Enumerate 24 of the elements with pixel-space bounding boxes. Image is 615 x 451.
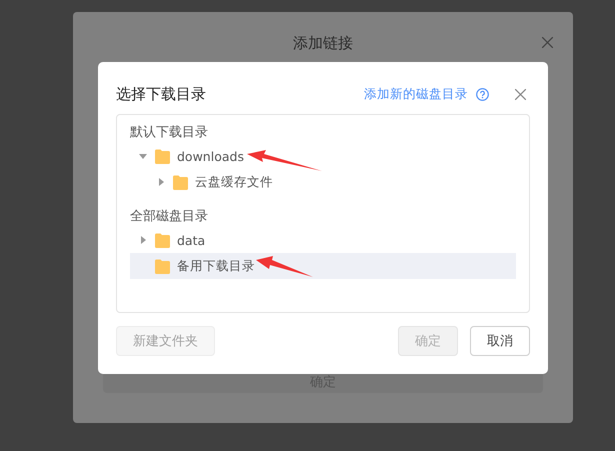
dialog-title: 添加链接 [293,34,353,53]
caret-right-icon[interactable] [140,236,146,244]
folder-name: 备用下载目录 [177,258,255,274]
caret-right-icon[interactable] [158,178,164,186]
tree-item[interactable]: 云盘缓存文件 [130,169,516,195]
cancel-button[interactable]: 取消 [470,326,530,356]
folder-name: 云盘缓存文件 [195,174,273,190]
tree-item[interactable]: data [130,227,516,253]
arrow-annotation [256,256,313,277]
folder-icon [172,174,189,190]
section-label: 全部磁盘目录 [130,208,209,226]
folder-name: data [177,232,206,248]
folder-name: downloads [177,148,244,164]
help-icon[interactable] [476,88,489,100]
folder-icon [154,232,171,248]
close-icon[interactable] [542,37,553,48]
section-label: 默认下载目录 [130,124,209,142]
caret-down-icon[interactable] [139,154,147,158]
dialog-title: 选择下载目录 [116,84,206,104]
close-icon[interactable] [515,88,526,100]
folder-icon [154,258,171,274]
tree-item[interactable]: downloads [130,143,516,169]
folder-icon [154,148,171,164]
tree-item[interactable]: 备用下载目录 [130,253,516,279]
